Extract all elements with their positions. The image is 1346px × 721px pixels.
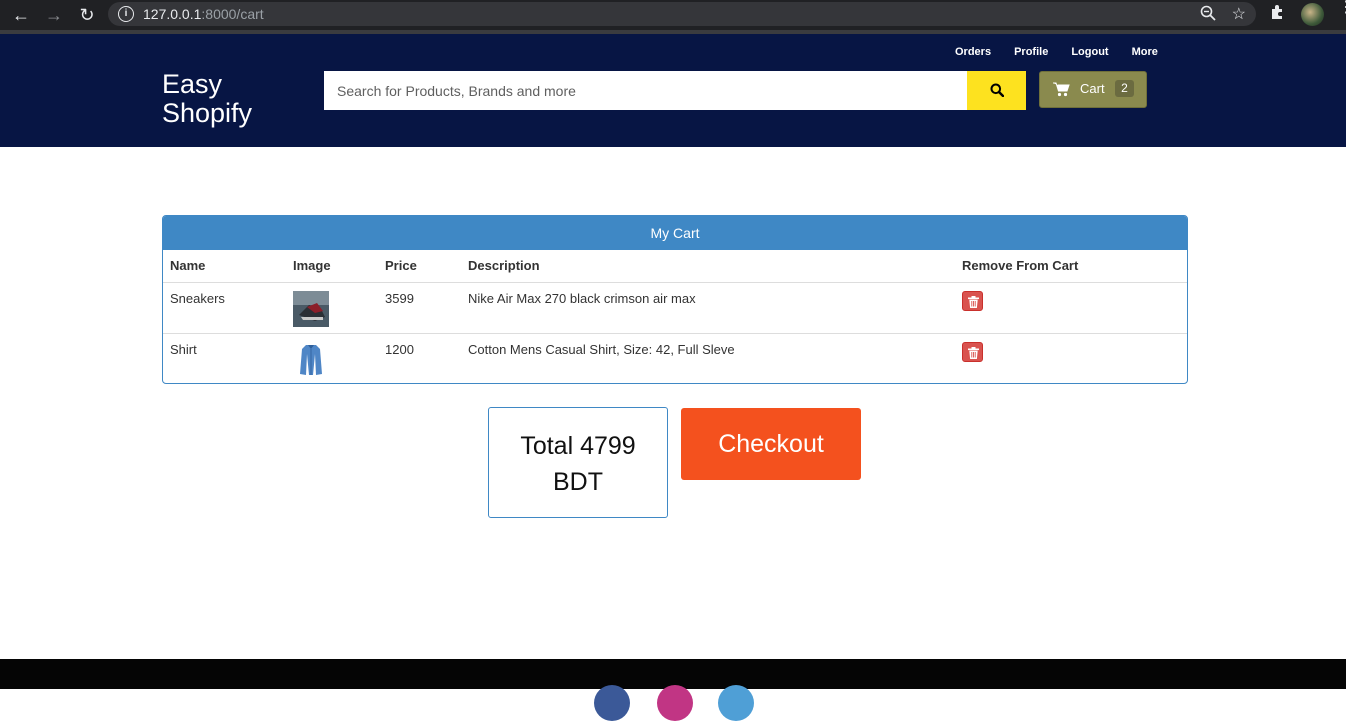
item-price: 3599 [385,290,414,306]
zoom-icon[interactable] [1200,5,1216,25]
item-name: Sneakers [170,290,225,306]
cart-table: Name Image Price Description Remove From… [163,250,1187,383]
remove-item-button[interactable] [962,290,983,311]
column-header-image: Image [286,250,378,283]
nav-logout-link[interactable]: Logout [1071,46,1108,58]
cart-label: Cart [1080,81,1105,96]
cart-panel: My Cart Name Image Price Description Rem… [162,215,1188,384]
profile-avatar[interactable] [1301,3,1324,26]
remove-item-button[interactable] [962,341,983,362]
trash-icon [968,295,979,308]
brand-logo[interactable]: Easy Shopify [162,70,252,128]
total-currency: BDT [553,468,603,496]
nav-orders-link[interactable]: Orders [955,46,991,58]
cart-button[interactable]: Cart 2 [1039,71,1147,108]
site-info-icon[interactable]: i [118,6,134,22]
brand-line-2: Shopify [162,98,253,128]
sneakers-thumbnail[interactable] [293,290,329,327]
item-price: 1200 [378,332,461,383]
back-arrow-icon[interactable]: ← [10,4,32,26]
facebook-icon[interactable] [594,685,630,721]
total-amount: Total 4799 [520,432,636,460]
table-header-row: Name Image Price Description Remove From… [163,250,1187,283]
remove-cell [955,282,1187,333]
search-icon [990,83,1004,97]
item-image-cell [286,282,378,333]
nav-more-link[interactable]: More [1132,46,1158,58]
column-header-price: Price [378,250,461,283]
site-header: Easy Shopify Orders Profile Logout More … [0,34,1346,147]
cart-panel-title: My Cart [163,216,1187,250]
bookmark-star-icon[interactable]: ☆ [1232,4,1246,24]
item-description: Cotton Mens Casual Shirt, Size: 42, Full… [461,332,955,383]
twitter-icon[interactable] [718,685,754,721]
reload-icon[interactable]: ↻ [76,4,98,26]
item-image-cell [286,332,378,383]
shirt-thumbnail[interactable] [293,341,329,378]
url-path: :8000/cart [201,6,264,22]
column-header-description: Description [461,250,955,283]
item-description: Nike Air Max 270 black crimson air max [468,290,696,306]
url-text: 127.0.0.1:8000/cart [143,6,264,22]
remove-cell [955,332,1187,383]
item-name: Shirt [163,332,286,383]
column-header-remove: Remove From Cart [955,250,1187,283]
column-header-name: Name [163,250,286,283]
url-host: 127.0.0.1 [143,6,202,22]
forward-arrow-icon[interactable]: → [43,4,65,26]
search-button[interactable] [967,71,1026,110]
trash-icon [968,346,979,359]
cart-count-badge: 2 [1115,80,1134,97]
address-bar[interactable]: i 127.0.0.1:8000/cart ☆ [108,2,1256,26]
site-footer [0,659,1346,721]
extensions-icon[interactable] [1270,4,1286,25]
table-row: Shirt 1200 Cotton Mens Casual Shirt, Siz… [163,332,1187,383]
search-input[interactable] [324,71,967,110]
nav-profile-link[interactable]: Profile [1014,46,1048,58]
browser-menu-icon[interactable]: ⋮ [1338,0,1346,16]
top-nav: Orders Profile Logout More [955,46,1181,58]
cart-total: Total 4799 BDT [488,407,668,518]
instagram-icon[interactable] [657,685,693,721]
browser-toolbar: ← → ↻ i 127.0.0.1:8000/cart ☆ ⋮ [0,0,1346,30]
checkout-button[interactable]: Checkout [681,408,861,480]
shopping-cart-icon [1053,82,1070,97]
brand-line-1: Easy [162,69,223,99]
table-row: Sneakers 3599 Nike Air Max 270 black cri… [163,282,1187,333]
